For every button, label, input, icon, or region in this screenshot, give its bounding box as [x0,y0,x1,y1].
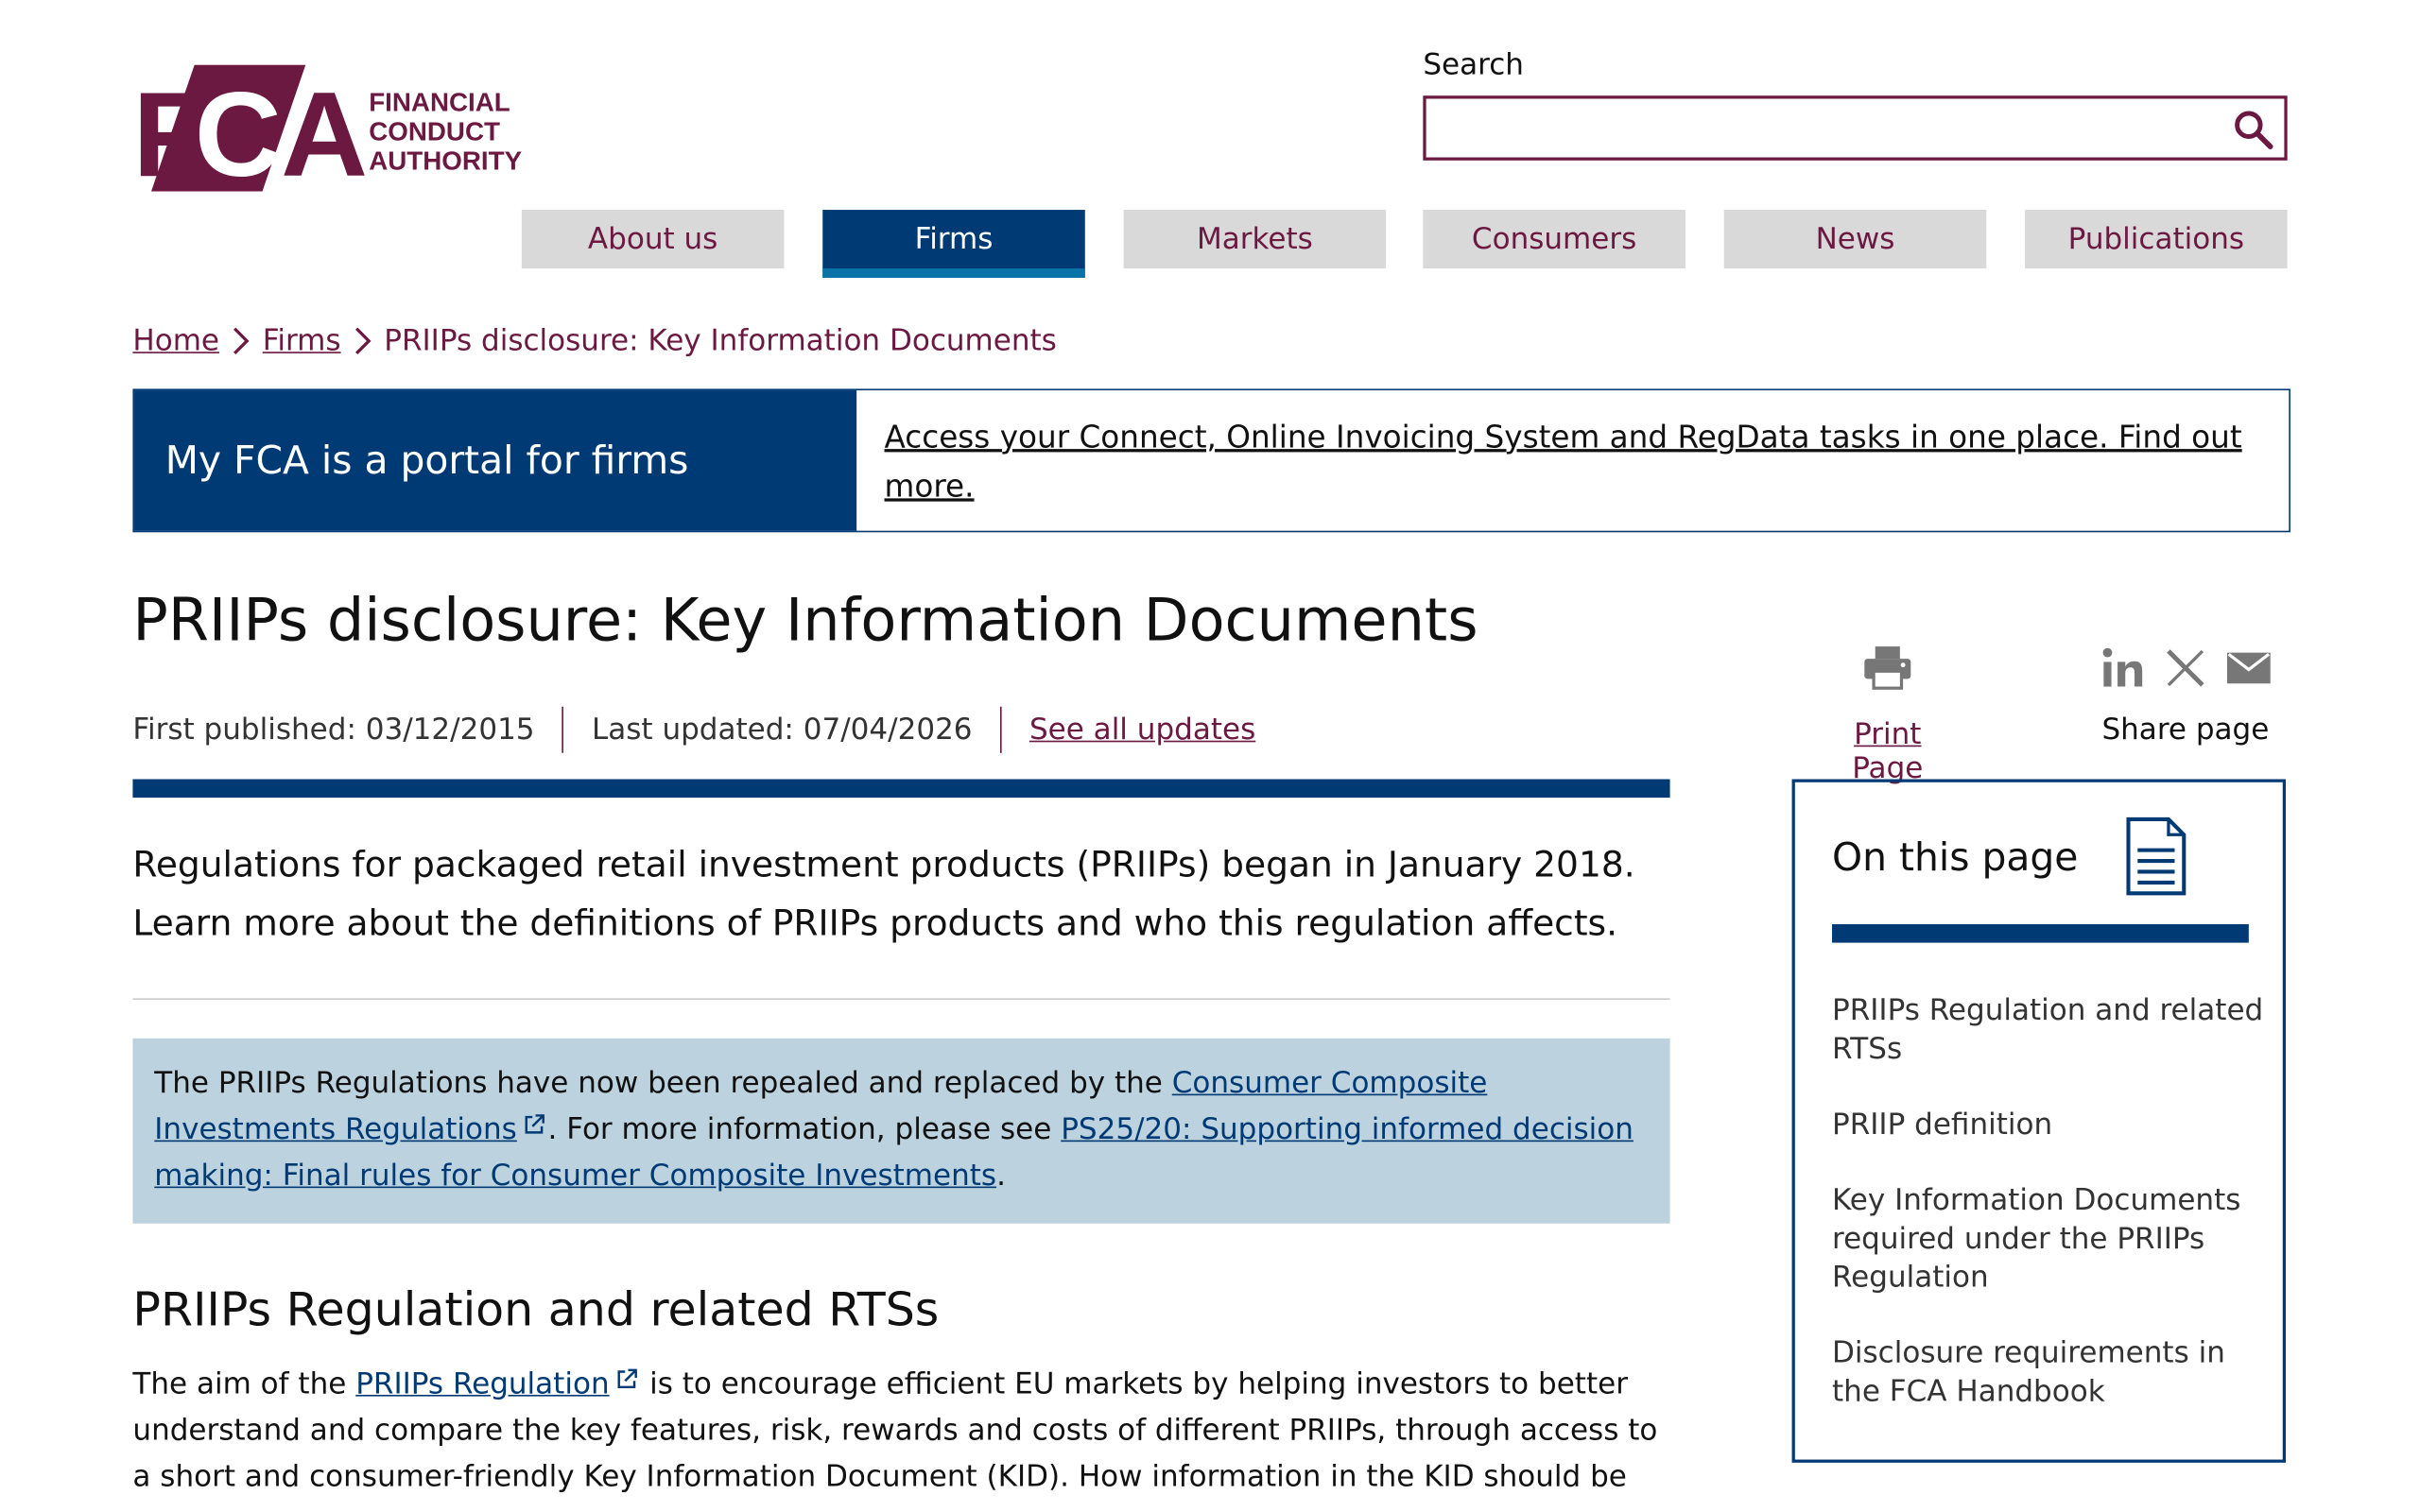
meta-divider [999,706,1002,753]
nav-publications[interactable]: Publications [2025,210,2288,269]
on-this-page-list: PRIIPs Regulation and related RTSs PRIIP… [1832,992,2264,1449]
print-page-label: Print Page [1852,717,1924,786]
nav-firms[interactable]: Firms [822,210,1085,278]
publication-meta: First published: 03/12/2015 Last updated… [132,706,1255,753]
my-fca-link[interactable]: Access your Connect, Online Invoicing Sy… [885,412,2258,510]
notice-middle: . For more information, please see [547,1112,1062,1147]
notice-suffix: . [996,1159,1006,1194]
print-page-button[interactable]: Print Page [1815,644,1960,785]
section-body: The aim of the PRIIPs Regulation is to e… [132,1361,1676,1500]
on-this-page-item-kid[interactable]: Key Information Documents required under… [1832,1182,2264,1297]
repeal-notice: The PRIIPs Regulations have now been rep… [132,1038,1670,1224]
printer-icon [1863,646,1912,699]
svg-text:CONDUCT: CONDUCT [369,117,500,146]
notice-prefix: The PRIIPs Regulations have now been rep… [154,1066,1172,1101]
x-icon[interactable] [2164,645,2207,696]
breadcrumb-home[interactable]: Home [132,324,219,358]
on-this-page-item-handbook[interactable]: Disclosure requirements in the FCA Handb… [1832,1334,2264,1412]
nav-news[interactable]: News [1723,210,1987,269]
title-underline-bar [132,779,1670,799]
nav-about-us[interactable]: About us [521,210,785,269]
priips-regulation-link[interactable]: PRIIPs Regulation [355,1367,609,1401]
section-heading: PRIIPs Regulation and related RTSs [132,1283,940,1338]
page: F C A FINANCIAL CONDUCT AUTHORITY Search… [0,0,2420,1512]
breadcrumb: Home Firms PRIIPs disclosure: Key Inform… [132,324,1056,358]
fca-logo[interactable]: F C A FINANCIAL CONDUCT AUTHORITY [132,64,549,201]
breadcrumb-current: PRIIPs disclosure: Key Information Docum… [384,323,1057,358]
linkedin-icon[interactable] [2099,644,2145,698]
search-icon[interactable] [2232,108,2275,151]
breadcrumb-firms[interactable]: Firms [263,324,341,358]
svg-text:A: A [281,67,368,195]
main-nav: About us Firms Markets Consumers News Pu… [0,210,2420,278]
document-icon [2126,816,2187,896]
mail-icon[interactable] [2225,650,2272,692]
first-published: First published: 03/12/2015 [132,713,535,747]
intro-text: Regulations for packaged retail investme… [132,845,1635,945]
search-input[interactable] [1423,95,2288,161]
svg-text:FINANCIAL: FINANCIAL [369,88,510,117]
on-this-page-panel: On this page PRIIPs Regulation and relat… [1791,779,2287,1463]
on-this-page-item-definition[interactable]: PRIIP definition [1832,1107,2264,1145]
see-all-updates-link[interactable]: See all updates [1029,713,1255,747]
external-link-icon [617,1368,637,1389]
chevron-right-icon [233,327,250,355]
body-prefix: The aim of the [132,1366,356,1401]
on-this-page-item-regulation[interactable]: PRIIPs Regulation and related RTSs [1832,992,2264,1070]
svg-text:C: C [195,67,282,195]
share-page: Share page [2093,644,2278,747]
fca-logo-mark: F C A FINANCIAL CONDUCT AUTHORITY [132,64,523,201]
on-this-page-title: On this page [1832,834,2079,880]
external-link-icon [525,1114,544,1134]
share-page-label: Share page [2101,713,2270,747]
svg-text:F: F [132,67,202,195]
on-this-page-bar [1832,923,2249,943]
meta-divider [562,706,564,753]
nav-consumers[interactable]: Consumers [1423,210,1685,269]
my-fca-banner: My FCA is a portal for firms Access your… [132,388,2290,533]
nav-markets[interactable]: Markets [1123,210,1387,269]
page-title: PRIIPs disclosure: Key Information Docum… [132,586,1478,655]
chevron-right-icon [354,327,372,355]
my-fca-banner-title: My FCA is a portal for firms [134,390,857,531]
last-updated: Last updated: 07/04/2026 [591,713,973,747]
divider [132,998,1670,1000]
search-label: Search [1423,47,1524,82]
svg-text:AUTHORITY: AUTHORITY [369,146,522,176]
